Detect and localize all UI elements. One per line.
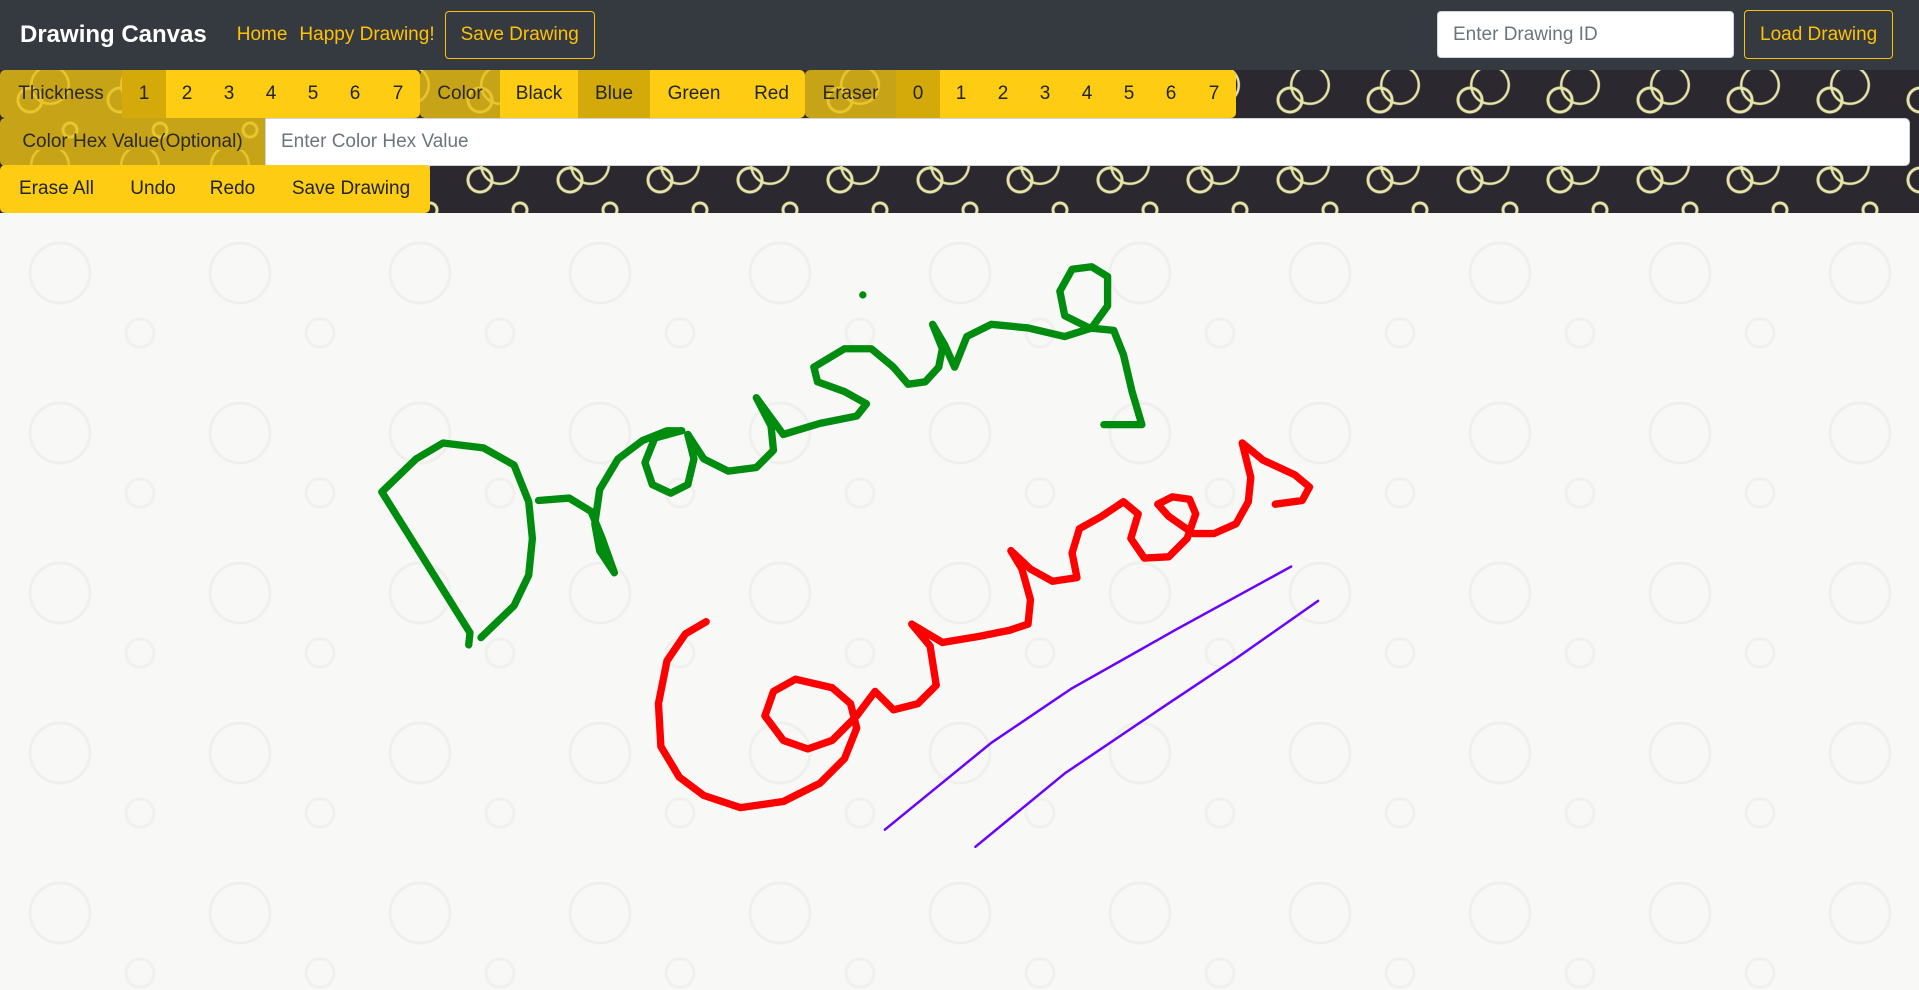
toolbar-row-2: Color Hex Value(Optional) xyxy=(0,118,1910,166)
color-label: Color xyxy=(420,70,500,118)
eraser-group: Eraser 0 1 2 3 4 5 6 7 xyxy=(805,70,1236,118)
undo-button[interactable]: Undo xyxy=(113,165,193,213)
color-blue[interactable]: Blue xyxy=(578,70,650,118)
drawing-id-input[interactable] xyxy=(1437,11,1734,58)
color-red[interactable]: Red xyxy=(738,70,805,118)
nav-save-drawing-button[interactable]: Save Drawing xyxy=(444,11,595,59)
toolbar-row-1: Thickness 1 2 3 4 5 6 7 Color Black Blue… xyxy=(0,70,1236,118)
nav-home-link[interactable]: Home xyxy=(237,24,288,46)
thickness-7[interactable]: 7 xyxy=(376,70,420,118)
eraser-6[interactable]: 6 xyxy=(1150,70,1192,118)
eraser-2[interactable]: 2 xyxy=(982,70,1024,118)
toolbar-row-3: Erase All Undo Redo Save Drawing xyxy=(0,165,430,213)
drawing-canvas[interactable] xyxy=(0,213,1919,990)
thickness-5[interactable]: 5 xyxy=(292,70,334,118)
thickness-2[interactable]: 2 xyxy=(166,70,208,118)
color-hex-input[interactable] xyxy=(265,118,1910,166)
thickness-6[interactable]: 6 xyxy=(334,70,376,118)
thickness-group: Thickness 1 2 3 4 5 6 7 xyxy=(0,70,420,118)
eraser-7[interactable]: 7 xyxy=(1192,70,1236,118)
eraser-label: Eraser xyxy=(805,70,896,118)
thickness-3[interactable]: 3 xyxy=(208,70,250,118)
thickness-4[interactable]: 4 xyxy=(250,70,292,118)
color-black[interactable]: Black xyxy=(500,70,578,118)
color-green[interactable]: Green xyxy=(650,70,738,118)
eraser-1[interactable]: 1 xyxy=(940,70,982,118)
save-drawing-button[interactable]: Save Drawing xyxy=(272,165,430,213)
thickness-1[interactable]: 1 xyxy=(122,70,166,118)
brand[interactable]: Drawing Canvas xyxy=(20,21,207,49)
thickness-label: Thickness xyxy=(0,70,122,118)
load-drawing-button[interactable]: Load Drawing xyxy=(1744,10,1894,59)
hex-label: Color Hex Value(Optional) xyxy=(0,118,265,166)
eraser-0[interactable]: 0 xyxy=(896,70,940,118)
actions-group: Erase All Undo Redo Save Drawing xyxy=(0,165,430,213)
eraser-3[interactable]: 3 xyxy=(1024,70,1066,118)
eraser-4[interactable]: 4 xyxy=(1066,70,1108,118)
eraser-5[interactable]: 5 xyxy=(1108,70,1150,118)
color-group: Color Black Blue Green Red xyxy=(420,70,805,118)
navbar: Drawing Canvas Home Happy Drawing! Save … xyxy=(0,0,1919,70)
redo-button[interactable]: Redo xyxy=(193,165,272,213)
erase-all-button[interactable]: Erase All xyxy=(0,165,113,213)
nav-happy-drawing-link[interactable]: Happy Drawing! xyxy=(299,24,434,46)
